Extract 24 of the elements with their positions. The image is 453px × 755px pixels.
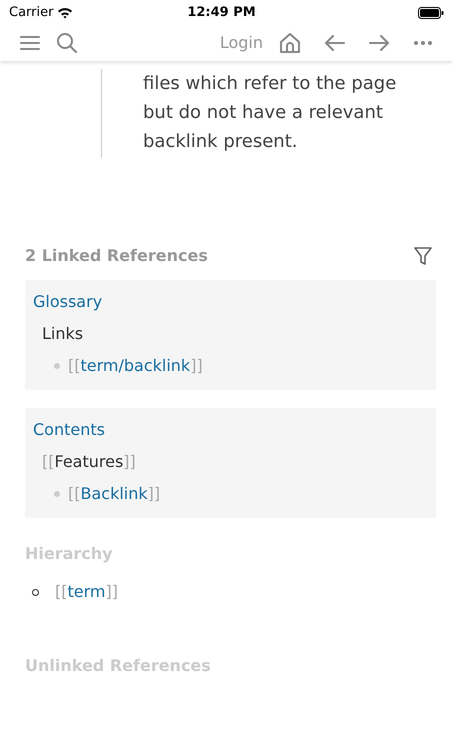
link[interactable]: [[term/backlink]] xyxy=(68,354,203,378)
carrier-name: Carrier xyxy=(9,4,54,22)
wifi-icon xyxy=(57,6,74,18)
menu-icon[interactable] xyxy=(20,35,40,51)
filter-icon[interactable] xyxy=(414,247,432,265)
link[interactable]: [[Backlink]] xyxy=(68,482,160,506)
quote-text: files which refer to the page but do not have a relevant backlink present. xyxy=(143,73,396,152)
search-icon[interactable] xyxy=(56,32,78,54)
section-heading: 2 Linked References xyxy=(25,245,208,267)
bullet-icon xyxy=(32,588,39,596)
login-link[interactable]: Login xyxy=(220,31,263,55)
back-arrow-icon[interactable] xyxy=(325,35,345,51)
more-icon[interactable] xyxy=(413,40,433,46)
home-icon[interactable] xyxy=(279,32,301,54)
reference-title[interactable]: Contents xyxy=(33,418,428,442)
battery-icon xyxy=(418,6,444,18)
forward-arrow-icon[interactable] xyxy=(369,35,389,51)
bullet-icon xyxy=(54,491,60,497)
reference-title[interactable]: Glossary xyxy=(33,290,428,314)
list-heading: [[Features]] xyxy=(42,452,136,471)
status-time: 12:49 PM xyxy=(186,4,257,22)
list-heading: Links xyxy=(42,324,84,343)
link[interactable]: [[term]] xyxy=(55,580,118,604)
bullet-icon xyxy=(54,363,60,369)
